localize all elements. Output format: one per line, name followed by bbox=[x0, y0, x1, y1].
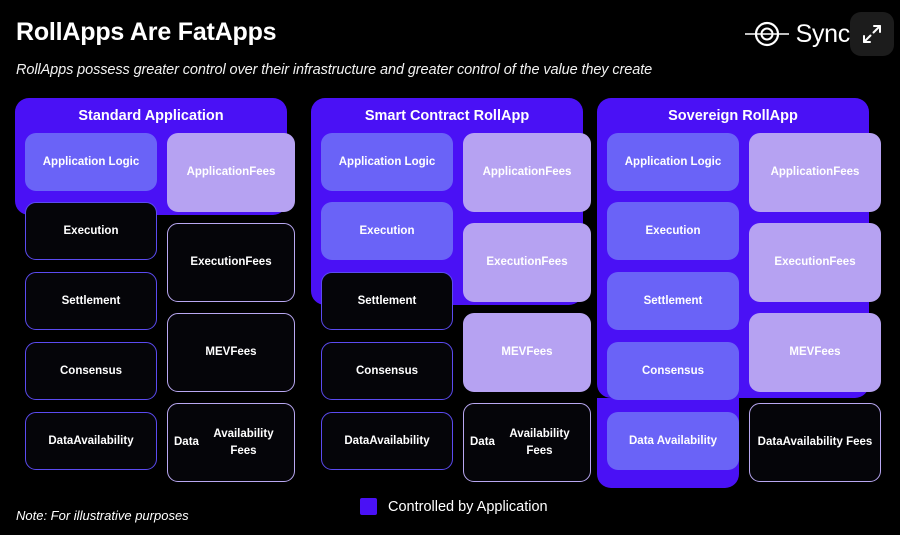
layer-box-label: Data bbox=[48, 434, 74, 447]
layer-box-label: Settlement bbox=[643, 294, 703, 307]
layer-box[interactable]: Application Logic bbox=[25, 133, 157, 191]
layer-box-label: Data bbox=[344, 434, 370, 447]
layer-box[interactable]: Application Fees bbox=[167, 133, 295, 212]
layer-box[interactable]: MEV Fees bbox=[749, 313, 881, 392]
column-smart-contract-rollapp: Smart Contract RollApp Application Logic E… bbox=[311, 98, 591, 490]
column-sovereign-rollapp: Sovereign RollApp Application Logic Execut… bbox=[597, 98, 881, 490]
layer-box[interactable]: MEV Fees bbox=[463, 313, 591, 392]
layer-box[interactable]: Data Availability bbox=[25, 412, 157, 470]
layer-box[interactable]: Application Logic bbox=[321, 133, 453, 191]
layer-box-label: Settlement bbox=[61, 294, 121, 307]
slide-canvas: RollApps Are FatApps RollApps possess gr… bbox=[0, 0, 900, 535]
layer-box-label: Fees bbox=[829, 256, 856, 269]
layer-box[interactable]: Execution bbox=[25, 202, 157, 260]
layer-box-label: Availability Fees bbox=[782, 436, 873, 449]
layer-box[interactable]: Data Availability Fees bbox=[749, 403, 881, 482]
layer-box-label: Fees bbox=[814, 346, 841, 359]
layer-box-label: Fees bbox=[249, 166, 276, 179]
layer-box-label: Fees bbox=[541, 256, 568, 269]
layer-box-label: Data bbox=[470, 436, 495, 449]
layer-box-label: MEV bbox=[501, 346, 527, 359]
layer-box[interactable]: Consensus bbox=[25, 342, 157, 400]
layer-box[interactable]: Settlement bbox=[25, 272, 157, 330]
layer-box-label: Application bbox=[186, 166, 250, 179]
layer-box-label: Execution bbox=[774, 256, 830, 269]
layer-box-label: Availability bbox=[73, 434, 134, 447]
layer-box[interactable]: Data Availability bbox=[321, 412, 453, 470]
layer-box-label: Data Availability bbox=[629, 434, 717, 447]
layer-box-label: Fees bbox=[545, 166, 572, 179]
layer-box[interactable]: Data Availability Fees bbox=[463, 403, 591, 482]
layer-box[interactable]: Data Availability Fees bbox=[167, 403, 295, 482]
brand-lockup: Syncr bbox=[744, 18, 858, 50]
layer-box-label: Data bbox=[757, 436, 783, 449]
layer-box[interactable]: Settlement bbox=[607, 272, 739, 330]
layer-box-label: Fees bbox=[526, 346, 553, 359]
layer-box-label: Consensus bbox=[642, 364, 704, 377]
layer-box[interactable]: Execution Fees bbox=[167, 223, 295, 302]
layer-box[interactable]: MEV Fees bbox=[167, 313, 295, 392]
layer-box-label: Fees bbox=[245, 256, 272, 269]
layer-box-label: Consensus bbox=[356, 364, 418, 377]
layer-box[interactable]: Application Logic bbox=[607, 133, 739, 191]
legend-swatch-controlled bbox=[360, 498, 377, 515]
layer-box-label: Availability Fees bbox=[509, 427, 570, 457]
layer-box[interactable]: Execution bbox=[321, 202, 453, 260]
layer-box-label: Application bbox=[482, 166, 546, 179]
layer-box-label: Execution bbox=[486, 256, 542, 269]
page-subtitle: RollApps possess greater control over th… bbox=[16, 62, 653, 78]
comparison-columns: Standard Application Application Logic Exe… bbox=[0, 98, 900, 490]
layer-box-label: Consensus bbox=[60, 364, 122, 377]
layer-box-label: Execution bbox=[645, 224, 701, 237]
illustrative-note: Note: For illustrative purposes bbox=[16, 508, 189, 523]
legend-label-controlled: Controlled by Application bbox=[388, 498, 548, 515]
layer-box[interactable]: Consensus bbox=[321, 342, 453, 400]
layer-box-label: Execution bbox=[63, 224, 119, 237]
expand-arrows-icon[interactable] bbox=[850, 12, 894, 56]
layer-box-label: Availability Fees bbox=[213, 427, 274, 457]
layer-box[interactable]: Execution Fees bbox=[749, 223, 881, 302]
layer-box[interactable]: Settlement bbox=[321, 272, 453, 330]
layer-box[interactable]: Execution Fees bbox=[463, 223, 591, 302]
layer-box[interactable]: Consensus bbox=[607, 342, 739, 400]
layer-box-label: Data bbox=[174, 436, 199, 449]
column-title: Standard Application bbox=[78, 108, 224, 124]
layer-box-label: Execution bbox=[190, 256, 246, 269]
layer-box[interactable]: Application Fees bbox=[463, 133, 591, 212]
legend: Controlled by Application bbox=[360, 498, 548, 515]
column-title: Sovereign RollApp bbox=[668, 108, 798, 124]
layer-box[interactable]: Data Availability bbox=[607, 412, 739, 470]
layer-box-label: MEV bbox=[205, 346, 231, 359]
layer-box[interactable]: Application Fees bbox=[749, 133, 881, 212]
layer-box-label: Application Logic bbox=[42, 155, 140, 168]
layer-box-label: Fees bbox=[833, 166, 860, 179]
layer-box-label: Application Logic bbox=[624, 155, 722, 168]
layer-box-label: MEV bbox=[789, 346, 815, 359]
layer-box-label: Fees bbox=[230, 346, 257, 359]
column-title: Smart Contract RollApp bbox=[364, 108, 530, 124]
layer-box-label: Availability bbox=[369, 434, 430, 447]
brand-name: Syncr bbox=[795, 19, 859, 48]
layer-box-label: Execution bbox=[359, 224, 415, 237]
layer-box[interactable]: Execution bbox=[607, 202, 739, 260]
layer-box-label: Application Logic bbox=[338, 155, 436, 168]
syncracy-logo-icon bbox=[744, 18, 790, 50]
layer-box-label: Application bbox=[770, 166, 834, 179]
column-standard-application: Standard Application Application Logic Exe… bbox=[15, 98, 295, 490]
layer-box-label: Settlement bbox=[357, 294, 417, 307]
page-title: RollApps Are FatApps bbox=[16, 18, 277, 46]
